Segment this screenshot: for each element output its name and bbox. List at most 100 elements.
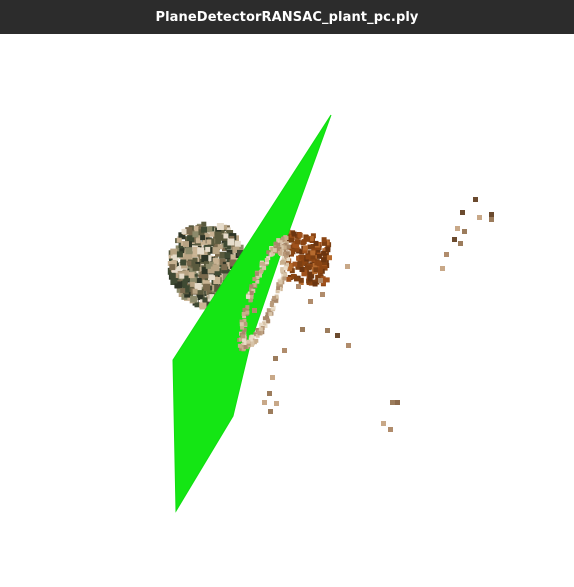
foliage-point: [205, 263, 211, 269]
outlier-point: [440, 266, 445, 271]
pot-point: [284, 236, 289, 241]
pot-point: [278, 280, 283, 285]
outlier-point: [300, 327, 305, 332]
outlier-point: [267, 391, 272, 396]
pot-point: [241, 334, 246, 339]
outlier-point: [477, 215, 482, 220]
foliage-point: [206, 239, 212, 245]
foliage-point: [186, 260, 192, 266]
outlier-point: [381, 421, 386, 426]
stem-point: [294, 239, 300, 245]
pot-point: [277, 250, 282, 255]
foliage-point: [174, 283, 180, 289]
foliage-point: [192, 257, 198, 263]
pot-point: [258, 270, 263, 274]
outlier-point: [460, 210, 465, 215]
window-title: PlaneDetectorRANSAC_plant_pc.ply: [155, 9, 419, 25]
pot-point: [276, 286, 281, 291]
foliage-point: [180, 259, 187, 266]
outlier-point: [262, 400, 267, 405]
stem-point: [313, 240, 319, 246]
pot-point: [273, 241, 278, 246]
outlier-point: [320, 292, 325, 297]
pot-point: [280, 259, 285, 264]
stem-point: [321, 257, 327, 263]
outlier-point: [444, 252, 449, 257]
outlier-point: [308, 299, 313, 304]
plant-stem-points: [283, 229, 332, 287]
foliage-point: [199, 302, 207, 310]
stem-point: [312, 281, 318, 287]
stem-point: [321, 250, 327, 256]
foliage-point: [176, 251, 183, 258]
foliage-point: [227, 238, 235, 246]
stem-point: [291, 231, 297, 237]
outlier-point: [458, 241, 463, 246]
foliage-point: [206, 226, 213, 233]
pot-point: [249, 284, 254, 289]
foliage-point: [216, 223, 224, 230]
stem-point: [307, 276, 313, 282]
pot-point: [239, 322, 244, 327]
foliage-point: [209, 231, 215, 237]
pot-point: [286, 257, 291, 262]
pot-point: [246, 294, 250, 299]
pot-point: [242, 338, 247, 343]
stem-point: [305, 254, 311, 260]
foliage-point: [169, 264, 176, 271]
pot-point: [283, 266, 288, 271]
outlier-point: [388, 427, 393, 432]
pot-point: [272, 295, 277, 300]
foliage-point: [221, 264, 228, 271]
stem-point: [321, 237, 327, 243]
pot-point: [286, 244, 291, 249]
pot-point: [259, 261, 264, 266]
stem-point: [289, 237, 294, 243]
point-cloud-scene[interactable]: [0, 34, 574, 587]
foliage-point: [223, 233, 229, 239]
foliage-point: [183, 241, 189, 248]
viewer-window: PlaneDetectorRANSAC_plant_pc.ply: [0, 0, 574, 587]
foliage-point: [194, 302, 200, 308]
pot-point: [283, 272, 288, 277]
stem-point: [297, 261, 303, 267]
stem-point: [316, 261, 322, 266]
foliage-point: [200, 235, 206, 241]
outlier-point: [252, 308, 257, 313]
pot-point: [264, 258, 269, 262]
stem-point: [306, 265, 312, 271]
foliage-point: [185, 247, 193, 255]
stem-point: [300, 240, 306, 246]
stem-point: [292, 261, 298, 267]
pot-point: [266, 319, 271, 324]
stem-point: [305, 236, 311, 242]
outlier-point: [335, 333, 340, 338]
foliage-point: [201, 226, 207, 233]
pot-point: [248, 298, 253, 303]
outlier-point: [274, 401, 279, 406]
foliage-point: [190, 281, 196, 287]
foliage-point: [214, 231, 222, 239]
pot-point: [245, 310, 250, 315]
foliage-point: [197, 247, 205, 255]
outlier-point: [325, 328, 330, 333]
stem-point: [299, 267, 305, 272]
foliage-point: [195, 238, 201, 244]
3d-viewport[interactable]: [0, 34, 574, 587]
pot-point: [254, 271, 259, 276]
outlier-point: [268, 409, 273, 414]
stem-point: [310, 250, 316, 256]
outlier-point: [455, 226, 460, 231]
outlier-point: [462, 229, 467, 234]
outlier-point: [489, 217, 494, 222]
title-bar[interactable]: PlaneDetectorRANSAC_plant_pc.ply: [0, 0, 574, 34]
foliage-point: [188, 272, 195, 279]
pot-point: [268, 312, 273, 317]
stem-point: [294, 276, 299, 282]
outlier-point: [390, 400, 395, 405]
outlier-point: [346, 343, 351, 348]
pot-point: [269, 303, 274, 307]
foliage-point: [192, 231, 199, 238]
outlier-point: [345, 264, 350, 269]
foliage-point: [190, 295, 198, 303]
